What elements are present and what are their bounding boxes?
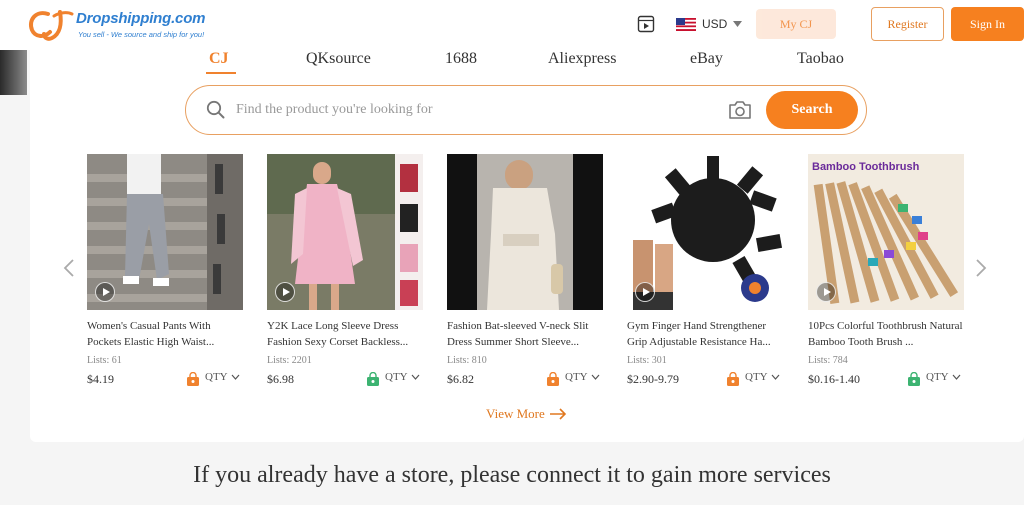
tab-1688[interactable]: 1688 <box>445 50 477 72</box>
product-title[interactable]: Gym Finger Hand Strengthener Grip Adjust… <box>627 318 783 350</box>
view-more-link[interactable]: View More <box>486 406 567 422</box>
product-price: $4.19 <box>87 372 114 386</box>
my-cj-button[interactable]: My CJ <box>756 9 836 39</box>
active-tab-underline <box>206 72 236 74</box>
product-image[interactable] <box>627 154 783 310</box>
tab-ebay[interactable]: eBay <box>690 50 723 72</box>
product-search-card: CJ QKsource 1688 Aliexpress eBay Taobao … <box>30 50 1024 442</box>
product-title[interactable]: Women's Casual Pants With Pockets Elasti… <box>87 318 243 350</box>
chevron-down-icon <box>771 374 780 380</box>
qty-dropdown[interactable]: QTY <box>565 371 600 383</box>
product-price: $0.16-1.40 <box>808 372 860 386</box>
product-image[interactable]: Bamboo Toothbrush <box>808 154 964 310</box>
arrow-right-icon <box>549 408 566 420</box>
logo-name: Dropshipping.com <box>76 10 206 27</box>
lock-badge-icon <box>367 372 379 386</box>
search-button[interactable]: Search <box>766 91 858 129</box>
lock-badge-icon <box>187 372 199 386</box>
product-title[interactable]: Y2K Lace Long Sleeve Dress Fashion Sexy … <box>267 318 423 350</box>
source-tabs: CJ QKsource 1688 Aliexpress eBay Taobao <box>30 50 1024 80</box>
tab-qksource[interactable]: QKsource <box>306 50 371 72</box>
lock-badge-icon <box>908 372 920 386</box>
search-icon <box>206 100 225 119</box>
product-lists-count: Lists: 2201 <box>267 355 312 366</box>
video-tutorial-icon[interactable] <box>637 15 655 33</box>
qty-dropdown[interactable]: QTY <box>926 371 961 383</box>
cj-logo-mark <box>29 10 74 41</box>
carousel-prev-icon[interactable] <box>62 258 76 278</box>
play-video-icon[interactable] <box>635 282 655 302</box>
play-video-icon[interactable] <box>275 282 295 302</box>
bamboo-caption: Bamboo Toothbrush <box>812 161 920 173</box>
us-flag-icon <box>676 17 696 31</box>
product-lists-count: Lists: 784 <box>808 355 848 366</box>
chevron-down-icon <box>591 374 600 380</box>
logo-tagline: You sell - We source and ship for you! <box>78 30 205 39</box>
tab-cj[interactable]: CJ <box>209 50 229 72</box>
qty-label: QTY <box>926 371 949 383</box>
product-lists-count: Lists: 810 <box>447 355 487 366</box>
qty-label: QTY <box>205 371 228 383</box>
currency-label: USD <box>702 17 728 31</box>
site-logo[interactable]: Dropshipping.com You sell - We source an… <box>26 6 206 46</box>
product-lists-count: Lists: 61 <box>87 355 122 366</box>
product-image[interactable] <box>267 154 423 310</box>
qty-label: QTY <box>745 371 768 383</box>
product-lists-count: Lists: 301 <box>627 355 667 366</box>
product-title[interactable]: 10Pcs Colorful Toothbrush Natural Bamboo… <box>808 318 964 350</box>
qty-label: QTY <box>385 371 408 383</box>
search-input[interactable] <box>236 98 716 122</box>
product-price: $2.90-9.79 <box>627 372 679 386</box>
view-more-label: View More <box>486 406 545 421</box>
product-title[interactable]: Fashion Bat-sleeved V-neck Slit Dress Su… <box>447 318 603 350</box>
connect-store-heading: If you already have a store, please conn… <box>193 462 831 488</box>
chevron-down-icon <box>231 374 240 380</box>
lock-badge-icon <box>727 372 739 386</box>
chevron-down-icon <box>733 21 743 27</box>
qty-dropdown[interactable]: QTY <box>745 371 780 383</box>
product-photo-white-dress <box>447 154 603 310</box>
top-header: Dropshipping.com You sell - We source an… <box>0 0 1024 50</box>
carousel-next-icon[interactable] <box>974 258 988 278</box>
tab-aliexpress[interactable]: Aliexpress <box>548 50 616 72</box>
chevron-down-icon <box>952 374 961 380</box>
play-video-icon[interactable] <box>816 282 836 302</box>
camera-icon[interactable] <box>728 99 752 121</box>
chevron-down-icon <box>411 374 420 380</box>
product-price: $6.98 <box>267 372 294 386</box>
tab-taobao[interactable]: Taobao <box>797 50 844 72</box>
play-video-icon[interactable] <box>95 282 115 302</box>
product-price: $6.82 <box>447 372 474 386</box>
product-image[interactable] <box>447 154 603 310</box>
product-image[interactable] <box>87 154 243 310</box>
search-bar: Search <box>185 85 867 135</box>
register-button[interactable]: Register <box>871 7 944 41</box>
qty-label: QTY <box>565 371 588 383</box>
sign-in-button[interactable]: Sign In <box>951 7 1024 41</box>
currency-selector[interactable]: USD <box>676 15 743 33</box>
side-banner-edge <box>0 50 27 95</box>
qty-dropdown[interactable]: QTY <box>385 371 420 383</box>
qty-dropdown[interactable]: QTY <box>205 371 240 383</box>
lock-badge-icon <box>547 372 559 386</box>
